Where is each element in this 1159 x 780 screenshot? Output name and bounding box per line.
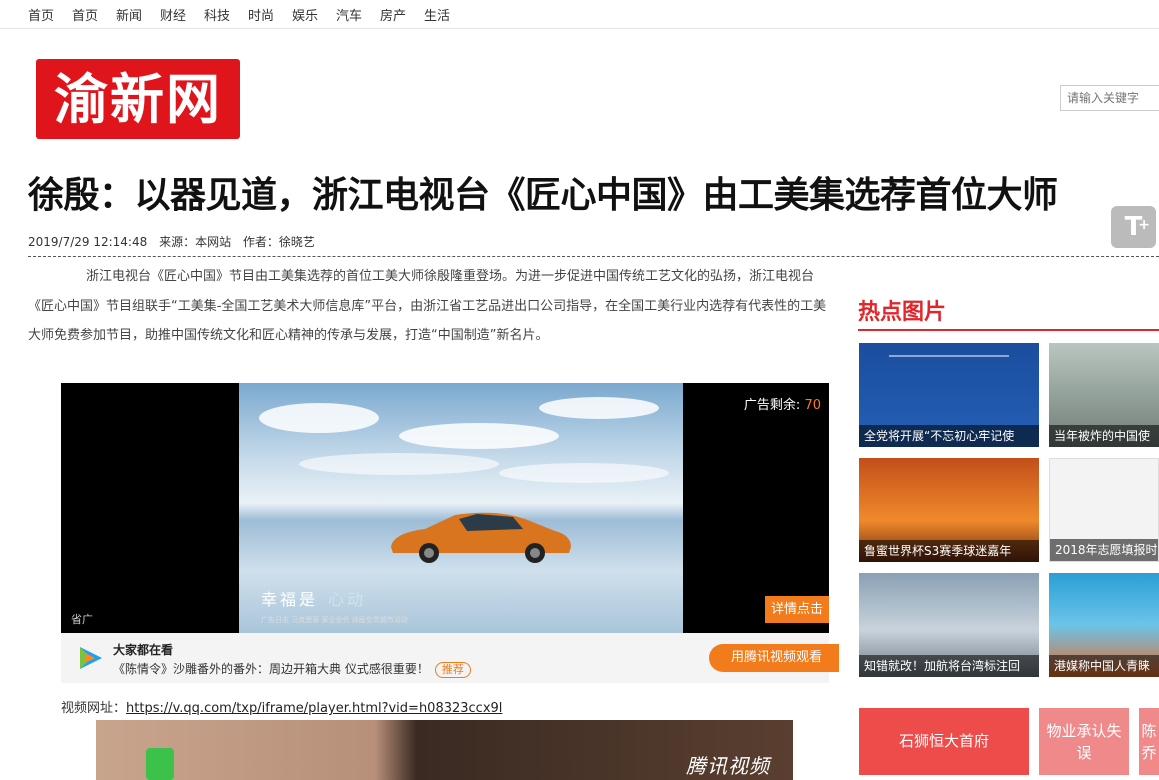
hot-picture-caption: 知错就改！加航将台湾标注回 (859, 655, 1039, 677)
article-paragraph: 浙江电视台《匠心中国》节目由工美集选荐的首位工美大师徐殷隆重登场。为进一步促进中… (28, 269, 827, 343)
hot-picture-6[interactable]: 港媒称中国人青睐 (1049, 573, 1159, 677)
hot-picture-3[interactable]: 鲁蜜世界杯S3赛季球迷嘉年 (859, 458, 1039, 562)
video2-thumbnail-icon (146, 748, 174, 780)
site-logo[interactable]: 渝新网 (36, 59, 240, 139)
top-navigation: 首页 首页 新闻 财经 科技 时尚 娱乐 汽车 房产 生活 (0, 0, 1159, 29)
nav-item-life[interactable]: 生活 (424, 5, 450, 24)
article-source: 来源：本网站 (159, 235, 232, 249)
nav-item-news[interactable]: 新闻 (116, 5, 142, 24)
ad-countdown: 广告剩余: 70 (735, 393, 829, 419)
video-url-line: 视频网址：https://v.qq.com/txp/iframe/player.… (61, 697, 502, 716)
nav-item-finance[interactable]: 财经 (160, 5, 186, 24)
hot-pictures-divider (858, 329, 1159, 331)
hot-picture-caption: 港媒称中国人青睐 (1049, 655, 1159, 677)
nav-item-auto[interactable]: 汽车 (336, 5, 362, 24)
hot-picture-5[interactable]: 知错就改！加航将台湾标注回 (859, 573, 1039, 677)
nav-item-home[interactable]: 首页 (28, 5, 54, 24)
recommend-badge: 推荐 (434, 662, 471, 678)
hot-picture-caption: 全党将开展“不忘初心牢记使 (859, 425, 1039, 447)
video-recommend-bar[interactable]: 大家都在看 《陈情令》沙雕番外的番外：周边开箱大典 仪式感很重要！ 推荐 用腾讯视… (61, 633, 839, 683)
video-url-link[interactable]: https://v.qq.com/txp/iframe/player.html?… (126, 701, 502, 716)
nav-item-realestate[interactable]: 房产 (380, 5, 406, 24)
video-slogan: 幸福是 心动 (261, 590, 367, 609)
hot-picture-caption: 当年被炸的中国使 (1049, 425, 1159, 447)
tag-button-3[interactable]: 陈乔 (1139, 708, 1159, 775)
article-date: 2019/7/29 12:14:48 (28, 235, 148, 249)
video-fine-print: 广告日志 马克思家 家企业代 诗画空灵城市活动 (261, 616, 408, 624)
article-title: 徐殷：以器见道，浙江电视台《匠心中国》由工美集选荐首位大师 (28, 175, 1058, 216)
tencent-video-icon (80, 647, 102, 669)
meta-divider (28, 256, 1159, 257)
video-player-2[interactable]: 腾讯视频 (96, 720, 793, 780)
recommend-title: 大家都在看 (113, 643, 174, 657)
details-button[interactable]: 详情点击 (764, 596, 829, 623)
hot-picture-4[interactable]: 2018年志愿填报时 (1049, 458, 1159, 562)
hot-picture-2[interactable]: 当年被炸的中国使 (1049, 343, 1159, 447)
article-meta: 2019/7/29 12:14:48 来源：本网站 作者：徐晓艺 (28, 233, 323, 250)
nav-item-entertainment[interactable]: 娱乐 (292, 5, 318, 24)
logo-text: 渝新网 (54, 67, 222, 131)
ad-tag: 省广 (71, 613, 93, 626)
hot-picture-1[interactable]: 全党将开展“不忘初心牢记使 (859, 343, 1039, 447)
font-size-button[interactable]: T + (1111, 206, 1156, 248)
nav-item-tech[interactable]: 科技 (204, 5, 230, 24)
font-size-plus: + (1138, 217, 1150, 233)
car-image (391, 512, 571, 563)
tencent-video-watermark: 腾讯视频 (686, 754, 770, 778)
tag-button-1[interactable]: 石狮恒大首府 (859, 708, 1029, 775)
video-frame: 幸福是 心动 广告日志 马克思家 家企业代 诗画空灵城市活动 (239, 383, 683, 633)
search-input[interactable] (1060, 85, 1159, 111)
article-author: 作者：徐晓艺 (242, 235, 315, 249)
tag-button-2[interactable]: 物业承认失误 (1039, 708, 1129, 775)
video-url-label: 视频网址： (61, 701, 127, 716)
nav-item-home-2[interactable]: 首页 (72, 5, 98, 24)
video-player[interactable]: 幸福是 心动 广告日志 马克思家 家企业代 诗画空灵城市活动 广告剩余: 70 省… (61, 383, 829, 633)
recommend-subtitle[interactable]: 《陈情令》沙雕番外的番外：周边开箱大典 仪式感很重要！ 推荐 (113, 660, 471, 678)
hot-pictures-title: 热点图片 (858, 300, 947, 325)
watch-in-app-button[interactable]: 用腾讯视频观看 (709, 644, 839, 672)
nav-item-fashion[interactable]: 时尚 (248, 5, 274, 24)
hot-picture-caption: 鲁蜜世界杯S3赛季球迷嘉年 (859, 540, 1039, 562)
hot-picture-caption: 2018年志愿填报时 (1050, 539, 1158, 561)
